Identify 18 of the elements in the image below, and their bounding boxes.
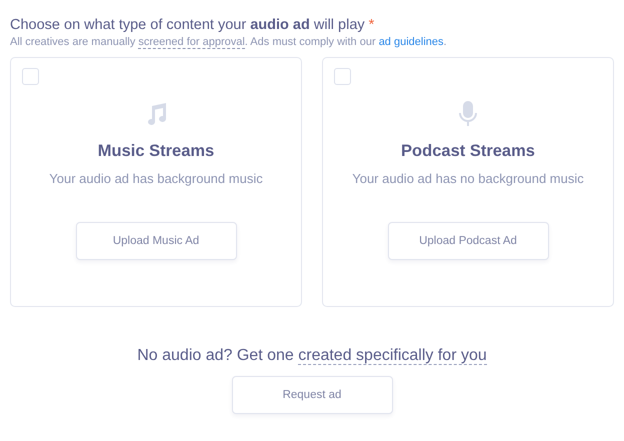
required-mark: * [368,17,374,33]
option-title: Podcast Streams [401,142,535,161]
note-text: All creatives are manually screened for approval. Ads must comply with our ad guidelines. [10,36,448,48]
option-description: Your audio ad has background music [49,171,263,186]
upload-button[interactable]: Upload Podcast Ad [388,222,548,260]
heading: Choose on what type of content your audio ad will play [10,17,365,33]
request-button[interactable]: Request ad [232,376,392,414]
tooltip-link[interactable]: created specifically for you [298,347,487,365]
checkbox[interactable] [334,68,351,85]
option-title: Music Streams [98,142,214,161]
upload-button[interactable]: Upload Music Ad [76,222,236,260]
footer-text: No audio ad? Get one created specifically for you [137,347,487,365]
tooltip-link[interactable]: screened for approval [138,36,245,49]
checkbox[interactable] [22,68,39,85]
guidelines-link[interactable]: ad guidelines [378,36,444,48]
option-card[interactable]: Podcast Streams Your audio ad has no background music Upload Podcast Ad [322,57,614,307]
option-description: Your audio ad has no background music [352,171,584,186]
option-card[interactable]: Music Streams Your audio ad has background music Upload Music Ad [10,57,302,307]
